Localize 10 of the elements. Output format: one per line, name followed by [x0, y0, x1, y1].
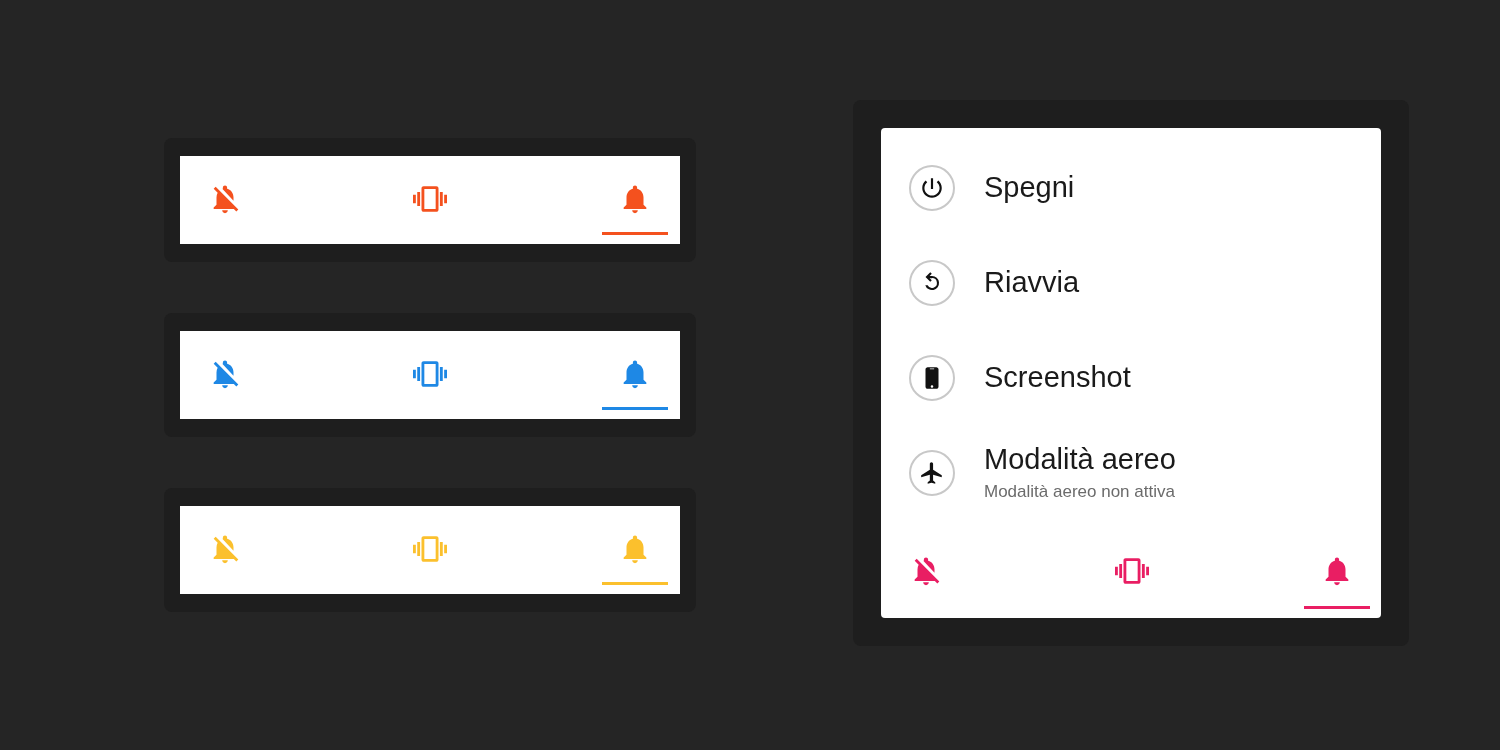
menu-item-subtitle: Modalità aereo non attiva [984, 480, 1176, 503]
airplane-icon [919, 459, 945, 486]
menu-item-label[interactable]: Screenshot [984, 359, 1131, 396]
menu-item-label[interactable]: Modalità aereo [984, 440, 1176, 477]
menu-item-icon-button[interactable] [909, 164, 955, 211]
menu-item-icon-button[interactable] [909, 449, 955, 496]
menu-item-label[interactable]: Spegni [984, 169, 1075, 206]
menu-item-icon-button[interactable] [909, 259, 955, 306]
menu-item-label[interactable]: Riavvia [984, 264, 1080, 301]
menu-item-icon-button[interactable] [909, 354, 955, 401]
